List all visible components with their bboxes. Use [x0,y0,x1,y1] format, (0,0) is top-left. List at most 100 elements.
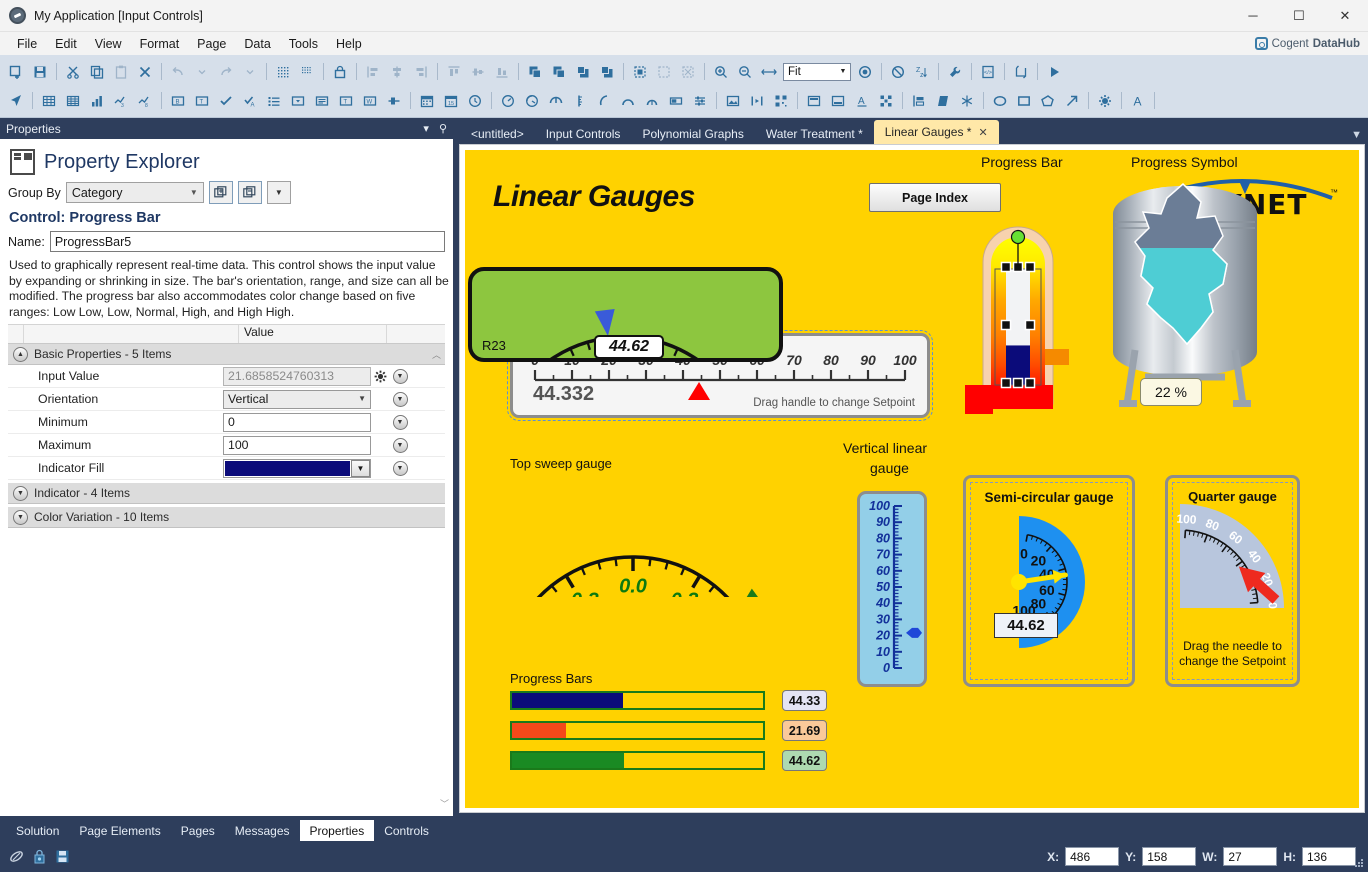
name-input[interactable]: ProgressBar5 [50,231,445,252]
tab-polynomial-graphs[interactable]: Polynomial Graphs [631,123,754,144]
arc-icon[interactable] [592,90,616,112]
zoom-in-icon[interactable] [709,61,733,83]
distribute-icon[interactable] [907,90,931,112]
table-icon[interactable] [37,90,61,112]
line-chart-8-icon[interactable]: 8 [133,90,157,112]
label-top-icon[interactable] [802,90,826,112]
gauge-control-icon[interactable] [496,90,520,112]
property-group-color-variation[interactable]: ▼ Color Variation - 10 Items [8,507,445,528]
video-icon[interactable] [745,90,769,112]
dome-icon[interactable] [616,90,640,112]
selection-handle[interactable] [1026,263,1035,272]
half-dome-icon[interactable] [640,90,664,112]
selection-handle[interactable] [1026,379,1035,388]
grid-snap-icon[interactable] [271,61,295,83]
source-code-icon[interactable]: </> [976,61,1000,83]
grid-table-icon[interactable] [61,90,85,112]
panel-dropdown-icon[interactable]: ▾ [423,122,429,135]
slider-control-icon[interactable] [382,90,406,112]
save-status-icon[interactable] [54,849,70,865]
send-backward-icon[interactable] [571,61,595,83]
property-value-input[interactable]: 100 [223,436,371,455]
sliders-icon[interactable] [688,90,712,112]
security-lock-icon[interactable] [31,849,47,865]
menu-item-help[interactable]: Help [327,34,371,54]
semicircle-gauge-icon[interactable] [520,90,544,112]
redo-dropdown-icon[interactable] [238,61,262,83]
resize-grip[interactable] [1353,857,1365,869]
image-icon[interactable] [721,90,745,112]
skew-icon[interactable] [931,90,955,112]
bottom-tab-properties[interactable]: Properties [300,820,375,841]
property-dropdown-button[interactable]: ▼ [389,415,411,430]
gear-icon[interactable] [371,370,389,383]
progress-bar-row-3[interactable] [510,751,765,770]
tab-linear-gauges[interactable]: Linear Gauges * ✕ [874,120,999,144]
close-icon[interactable]: ✕ [978,126,987,139]
sort-icon[interactable]: Zz [910,61,934,83]
check-text-icon[interactable]: A [238,90,262,112]
menu-item-format[interactable]: Format [131,34,189,54]
copy-icon[interactable] [85,61,109,83]
align-middle-icon[interactable] [466,61,490,83]
cut-icon[interactable] [61,61,85,83]
send-to-back-icon[interactable] [595,61,619,83]
property-value-input[interactable]: 21.6858524760313 [223,367,371,386]
quarter-gauge-panel[interactable]: Quarter gauge 020406080100 Drag the need… [1165,475,1300,687]
menu-item-edit[interactable]: Edit [46,34,86,54]
progress-bar-row-1[interactable] [510,691,765,710]
align-left-icon[interactable] [361,61,385,83]
bring-to-front-icon[interactable] [523,61,547,83]
refresh-icon[interactable] [1009,61,1033,83]
scroll-down-indicator[interactable]: ﹀ [440,797,449,810]
properties-gear-icon[interactable] [1093,90,1117,112]
redo-icon[interactable] [214,61,238,83]
progress-bar-tank[interactable] [965,172,1080,417]
menu-item-file[interactable]: File [8,34,46,54]
property-dropdown-button[interactable]: ▼ [389,369,411,384]
undo-icon[interactable] [166,61,190,83]
date-picker-icon[interactable]: 15 [439,90,463,112]
tab-untitled[interactable]: <untitled> [460,123,535,144]
vertical-gauge-icon[interactable] [568,90,592,112]
pin-icon[interactable]: ⚲ [439,122,447,135]
delete-icon[interactable] [133,61,157,83]
clock-icon[interactable] [463,90,487,112]
progress-bar-row-2[interactable] [510,721,765,740]
collapse-all-button[interactable] [238,181,262,204]
undo-dropdown-icon[interactable] [190,61,214,83]
gauge-pointer[interactable] [595,309,615,336]
property-dropdown-button[interactable]: ▼ [389,461,411,476]
underline-text-icon[interactable]: A [850,90,874,112]
ungroup-icon[interactable] [652,61,676,83]
property-dropdown-button[interactable]: ▼ [389,392,411,407]
color-dropdown-button[interactable]: ▼ [351,460,370,477]
maximize-button[interactable]: ☐ [1276,0,1322,32]
zoom-target-icon[interactable] [853,61,877,83]
bottom-tab-pages[interactable]: Pages [171,820,225,841]
dropdown-control-icon[interactable] [286,90,310,112]
align-bottom-icon[interactable] [490,61,514,83]
ellipse-shape-icon[interactable] [988,90,1012,112]
lock-icon[interactable] [328,61,352,83]
save-icon[interactable] [28,61,52,83]
button-control-icon[interactable]: B [166,90,190,112]
connection-icon[interactable] [8,849,24,865]
horizontal-gauge-pointer[interactable] [688,382,710,400]
close-button[interactable]: ✕ [1322,0,1368,32]
semi-circular-gauge-panel[interactable]: Semi-circular gauge 020406080100 44.62 [963,475,1135,687]
zoom-fit-width-icon[interactable] [757,61,781,83]
calendar-icon[interactable] [415,90,439,112]
sweep-gauge-panel[interactable]: 0255075100 44.62 R23 [468,267,783,362]
settings-wrench-icon[interactable] [943,61,967,83]
new-page-icon[interactable] [4,61,28,83]
selection-handle[interactable] [1002,321,1011,330]
no-action-icon[interactable] [886,61,910,83]
group-by-select[interactable]: Category ▼ [66,182,204,203]
align-center-icon[interactable] [385,61,409,83]
tab-input-controls[interactable]: Input Controls [535,123,632,144]
run-icon[interactable] [1042,61,1066,83]
group-icon[interactable] [628,61,652,83]
bottom-tab-page-elements[interactable]: Page Elements [69,820,170,841]
tab-water-treatment[interactable]: Water Treatment * [755,123,874,144]
